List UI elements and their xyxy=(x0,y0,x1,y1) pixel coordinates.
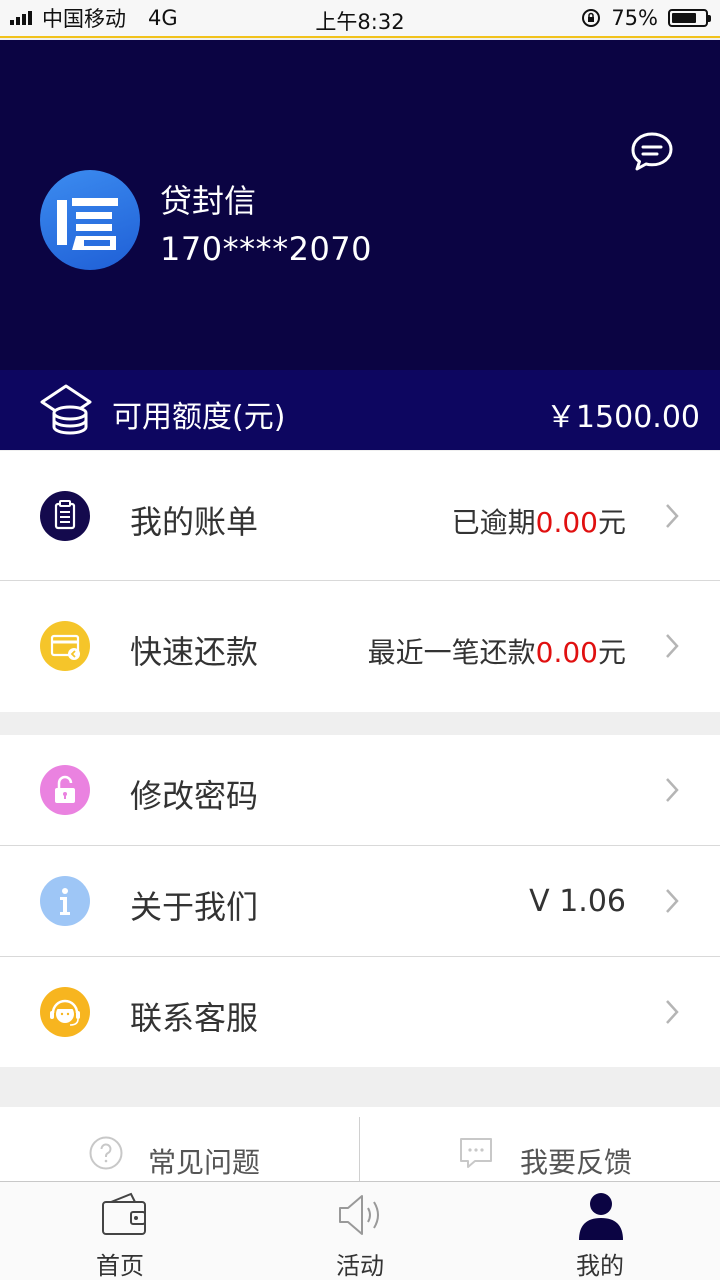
user-icon xyxy=(579,1193,623,1240)
feedback-label: 我要反馈 xyxy=(520,1146,633,1179)
tab-mine-label: 我的 xyxy=(576,1252,624,1280)
customer-service-row[interactable]: 联系客服 xyxy=(0,957,720,1068)
feedback-icon xyxy=(460,1138,492,1168)
chevron-right-icon xyxy=(666,889,679,913)
user-name: 贷封信 xyxy=(160,182,257,220)
tab-mine[interactable]: 我的 xyxy=(480,1182,720,1280)
bill-section: 我的账单 已逾期0.00元 快速还款 最近一笔还款0.00元 xyxy=(0,451,720,712)
chevron-right-icon xyxy=(666,1000,679,1024)
quick-repay-label: 快速还款 xyxy=(130,633,259,671)
battery-percent: 75% xyxy=(611,6,658,30)
overdue-amount: 已逾期0.00元 xyxy=(451,506,626,539)
feedback-link[interactable]: 我要反馈 xyxy=(360,1107,720,1181)
customer-service-icon xyxy=(40,987,90,1037)
message-icon[interactable] xyxy=(628,128,676,176)
tab-home-label: 首页 xyxy=(96,1252,144,1280)
my-bill-label: 我的账单 xyxy=(130,503,259,541)
bill-icon xyxy=(40,491,90,541)
quick-links: 常见问题 我要反馈 xyxy=(0,1107,720,1181)
tab-activity[interactable]: 活动 xyxy=(240,1182,480,1280)
about-us-label: 关于我们 xyxy=(130,888,259,926)
faq-link[interactable]: 常见问题 xyxy=(0,1107,360,1181)
settings-section: 修改密码 关于我们 V 1.06 联系客服 xyxy=(0,735,720,1067)
rotation-lock-icon xyxy=(582,9,601,27)
tab-home[interactable]: 首页 xyxy=(0,1182,240,1280)
faq-label: 常见问题 xyxy=(148,1146,261,1179)
profile-header: 贷封信 170****2070 可用额度(元) ￥1500.00 xyxy=(0,40,720,450)
app-version: V 1.06 xyxy=(529,884,626,919)
question-icon xyxy=(89,1136,123,1170)
wallet-icon xyxy=(102,1192,146,1235)
tab-activity-label: 活动 xyxy=(336,1252,384,1280)
quick-repay-row[interactable]: 快速还款 最近一笔还款0.00元 xyxy=(0,581,720,711)
chevron-right-icon xyxy=(666,504,679,528)
chevron-right-icon xyxy=(666,634,679,658)
card-icon xyxy=(40,621,90,671)
recent-repay-amount: 最近一笔还款0.00元 xyxy=(367,636,626,669)
change-password-row[interactable]: 修改密码 xyxy=(0,735,720,846)
info-icon xyxy=(40,876,90,926)
customer-service-label: 联系客服 xyxy=(130,999,259,1037)
about-us-row[interactable]: 关于我们 V 1.06 xyxy=(0,846,720,957)
battery-icon xyxy=(668,9,711,27)
chevron-right-icon xyxy=(666,778,679,802)
avatar[interactable] xyxy=(40,170,140,270)
credit-label: 可用额度(元) xyxy=(112,400,286,435)
lock-icon xyxy=(40,765,90,815)
xin-logo-icon xyxy=(57,198,118,250)
change-password-label: 修改密码 xyxy=(130,777,259,815)
speaker-icon xyxy=(339,1195,379,1235)
credit-value: ￥1500.00 xyxy=(545,400,700,435)
coin-stack-icon xyxy=(40,384,92,435)
credit-row: 可用额度(元) ￥1500.00 xyxy=(0,370,720,450)
bottom-tab-bar: 首页 活动 我的 xyxy=(0,1181,720,1280)
user-phone: 170****2070 xyxy=(160,230,373,268)
status-bar: 中国移动 4G 上午8:32 75% xyxy=(0,0,720,38)
my-bill-row[interactable]: 我的账单 已逾期0.00元 xyxy=(0,451,720,581)
